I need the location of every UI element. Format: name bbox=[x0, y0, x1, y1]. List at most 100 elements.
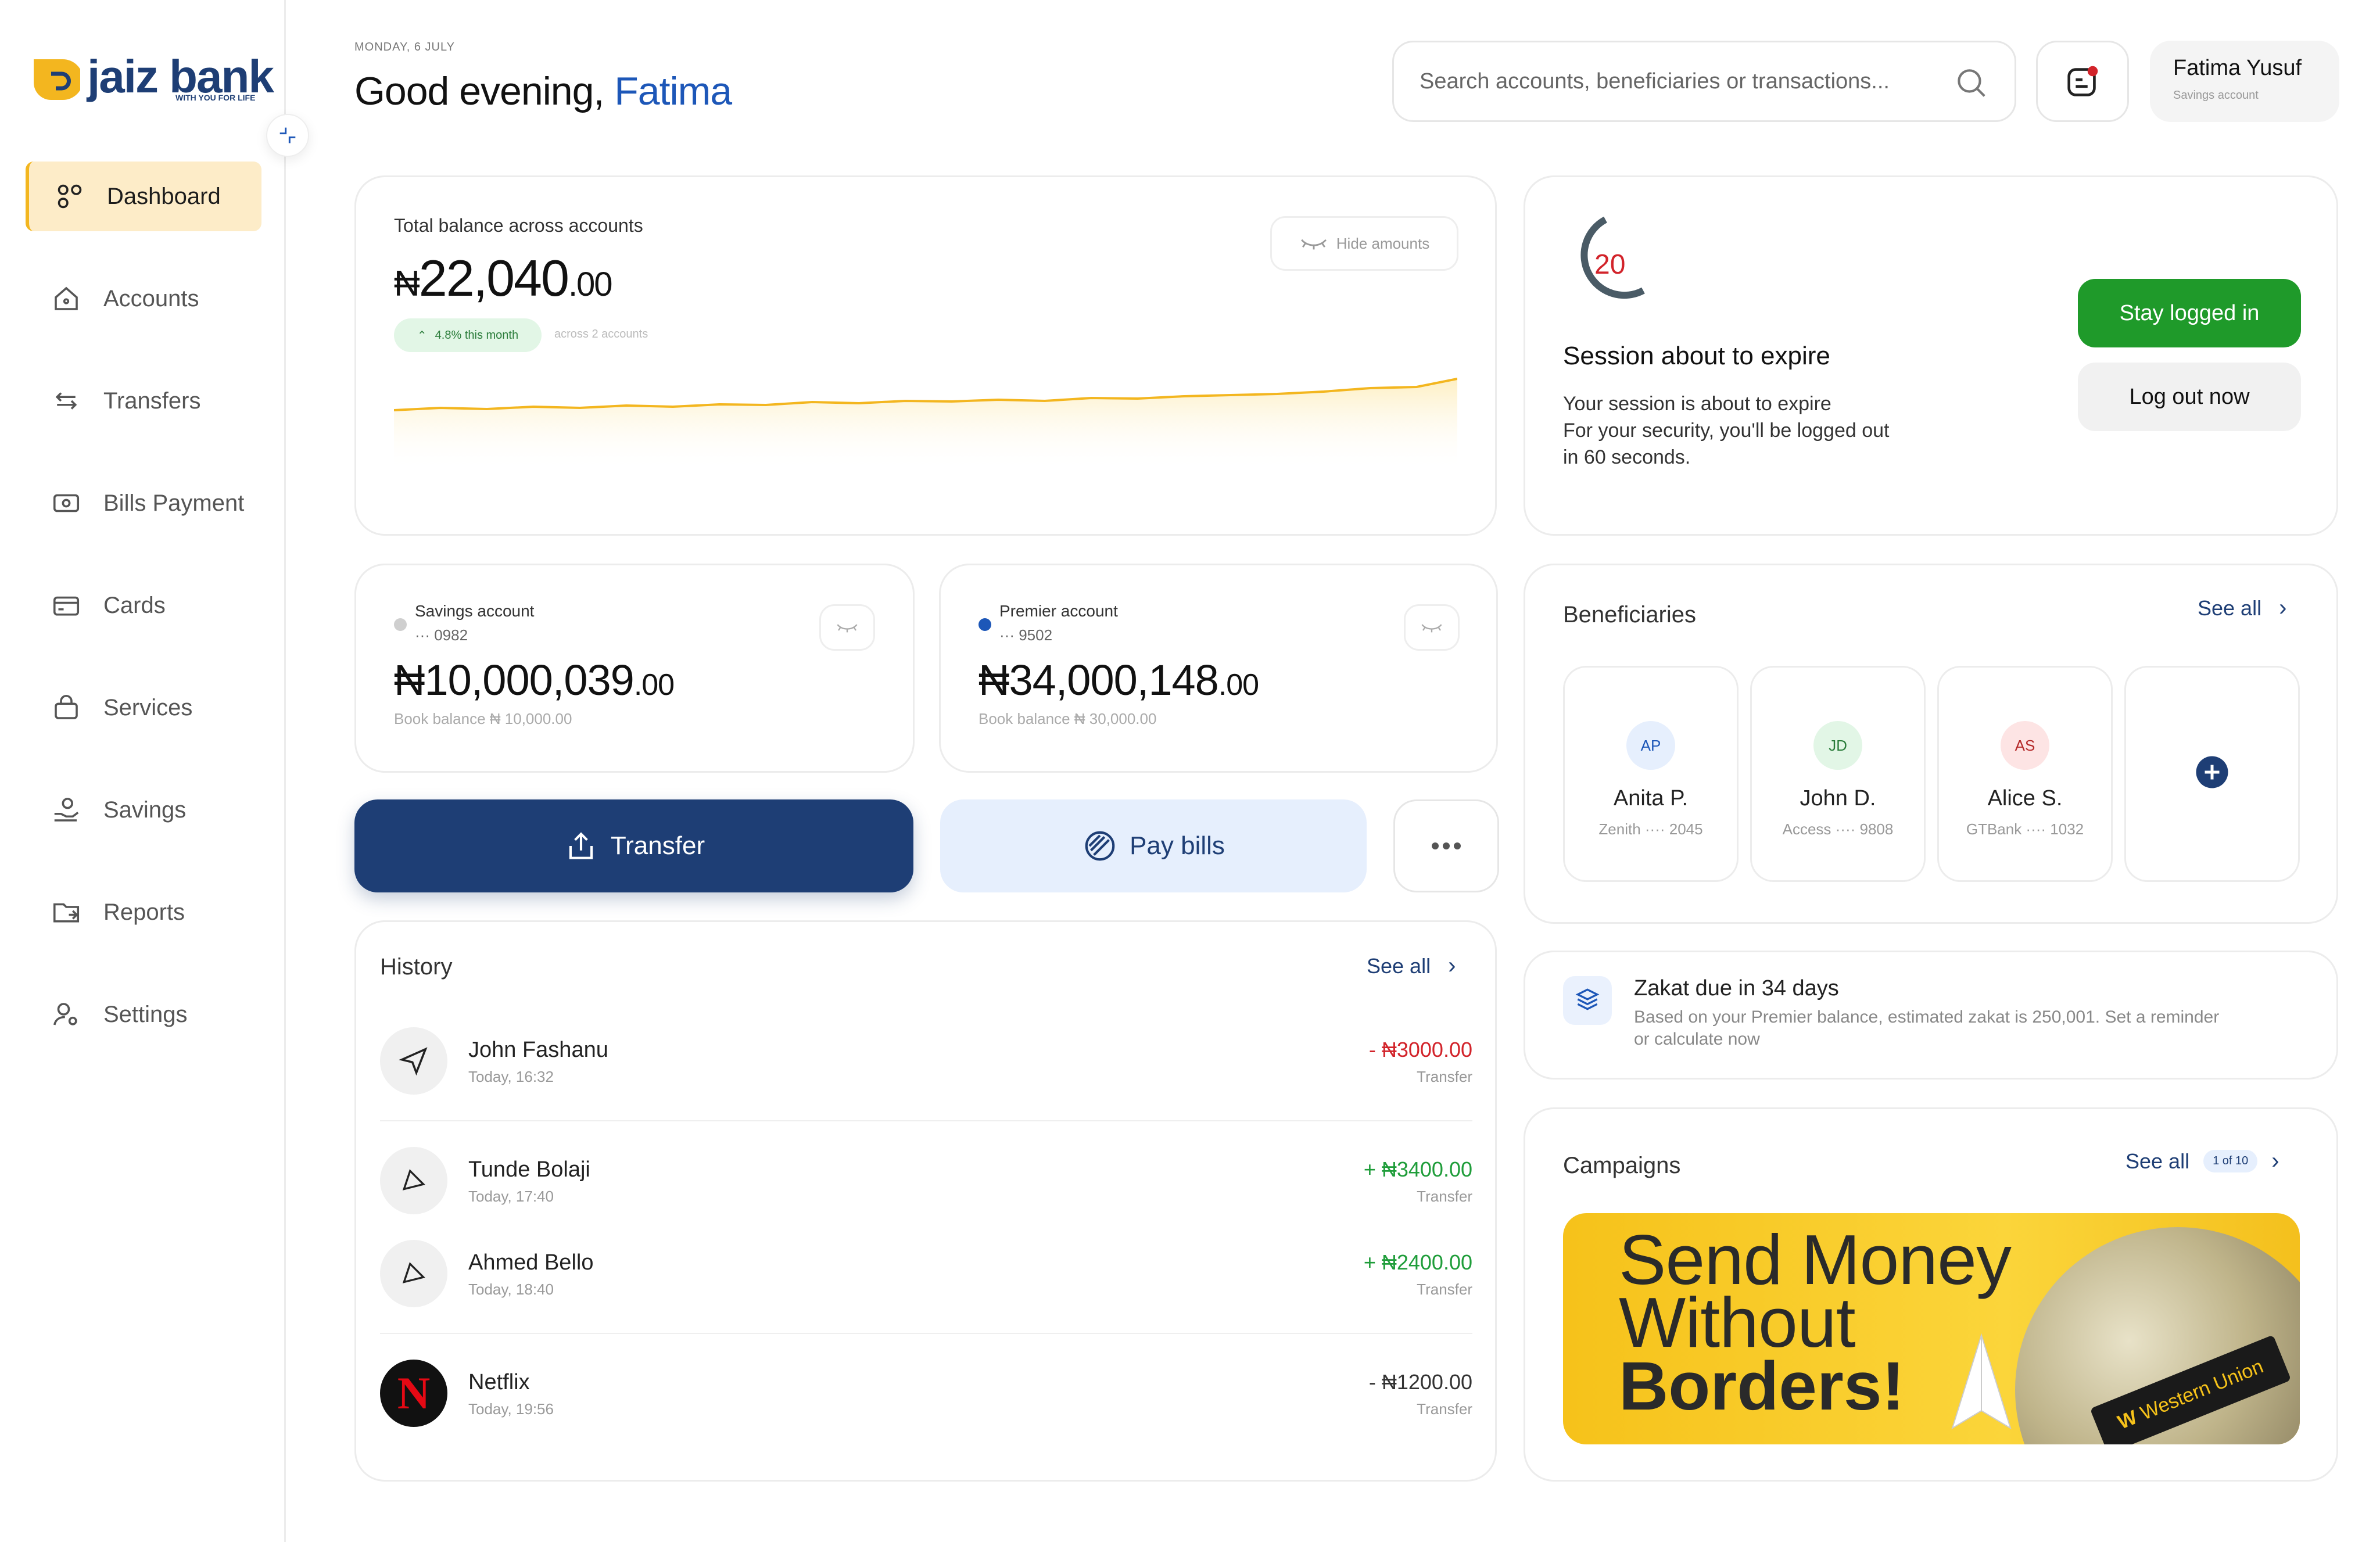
log-out-now-button[interactable]: Log out now bbox=[2078, 363, 2301, 431]
account-number: ··· 9502 bbox=[999, 626, 1053, 644]
transaction-row[interactable]: Ahmed Bello Today, 18:40 + ₦2400.00 Tran… bbox=[380, 1240, 1472, 1310]
beneficiaries-title: Beneficiaries bbox=[1563, 602, 1697, 627]
sidebar-item-transfers[interactable]: Transfers bbox=[26, 366, 261, 436]
page-title: Good evening, Fatima bbox=[354, 69, 732, 114]
campaign-pager: 1 of 10 bbox=[2203, 1150, 2258, 1172]
home-icon bbox=[50, 282, 83, 315]
account-status-dot bbox=[978, 618, 991, 631]
history-see-all-link[interactable]: See all › bbox=[1367, 953, 1456, 979]
chevron-right-icon: › bbox=[2271, 1148, 2279, 1174]
session-message-3: in 60 seconds. bbox=[1563, 446, 1691, 468]
beneficiary-card[interactable]: JD John D. Access ···· 9808 bbox=[1750, 666, 1926, 882]
account-status-dot bbox=[394, 618, 407, 631]
beneficiary-card[interactable]: AS Alice S. GTBank ···· 1032 bbox=[1937, 666, 2113, 882]
sidebar-item-label: Services bbox=[103, 694, 193, 720]
avatar: AS bbox=[2001, 721, 2049, 770]
sidebar-item-label: Cards bbox=[103, 592, 166, 618]
session-message-2: For your security, you'll be logged out bbox=[1563, 419, 1890, 442]
sidebar-item-cards[interactable]: Cards bbox=[26, 571, 261, 640]
sidebar-item-label: Transfers bbox=[103, 388, 201, 414]
row-divider bbox=[380, 1333, 1472, 1334]
sidebar-item-label: Bills Payment bbox=[103, 490, 245, 516]
send-icon bbox=[380, 1027, 447, 1095]
sidebar-item-label: Reports bbox=[103, 899, 185, 925]
chevron-right-icon: › bbox=[1448, 953, 1456, 978]
receive-icon bbox=[380, 1240, 447, 1307]
sidebar-item-label: Accounts bbox=[103, 285, 199, 311]
session-message-1: Your session is about to expire bbox=[1563, 393, 1831, 415]
zakat-description-1: Based on your Premier balance, estimated… bbox=[1634, 1007, 2220, 1027]
session-title: Session about to expire bbox=[1563, 342, 1830, 370]
eye-closed-icon bbox=[837, 624, 858, 633]
balance-trend-chart bbox=[394, 378, 1457, 471]
add-beneficiary-button[interactable] bbox=[2124, 666, 2300, 882]
transfer-button[interactable]: Transfer bbox=[354, 799, 913, 892]
card-icon bbox=[50, 589, 83, 622]
sidebar-item-services[interactable]: Services bbox=[26, 673, 261, 743]
row-divider bbox=[380, 1120, 1472, 1121]
transfer-arrows-icon bbox=[50, 385, 83, 417]
eye-closed-icon bbox=[1421, 624, 1442, 633]
hide-amounts-button[interactable]: Hide amounts bbox=[1270, 216, 1458, 271]
user-first-name: Fatima bbox=[614, 69, 732, 113]
paper-plane-icon bbox=[1951, 1333, 2012, 1430]
receive-icon bbox=[380, 1147, 447, 1214]
bill-icon bbox=[50, 487, 83, 519]
sidebar-item-reports[interactable]: Reports bbox=[26, 877, 261, 947]
history-title: History bbox=[380, 954, 453, 980]
balance-note: across 2 accounts bbox=[554, 328, 648, 340]
search-icon[interactable] bbox=[1953, 64, 1989, 101]
notification-icon bbox=[2067, 66, 2098, 96]
upload-icon bbox=[569, 832, 593, 859]
user-settings-icon bbox=[50, 998, 83, 1031]
campaign-banner[interactable]: Send Money Without Borders! W Western Unio… bbox=[1563, 1213, 2300, 1444]
account-balance: ₦34,000,148.00 bbox=[978, 656, 1259, 704]
account-balance: ₦10,000,039.00 bbox=[394, 656, 675, 704]
book-balance: Book balance ₦ 30,000.00 bbox=[978, 710, 1157, 727]
collapse-icon bbox=[279, 127, 296, 144]
sidebar: jaiz bank WITH YOU FOR LIFE Dashboard Ac… bbox=[0, 0, 286, 1542]
avatar: JD bbox=[1813, 721, 1862, 770]
beneficiaries-see-all-link[interactable]: See all › bbox=[2198, 595, 2286, 621]
balance-label: Total balance across accounts bbox=[394, 215, 643, 236]
hide-premier-balance-button[interactable] bbox=[1404, 604, 1460, 651]
chevron-right-icon: › bbox=[2279, 595, 2287, 621]
transaction-row[interactable]: John Fashanu Today, 16:32 - ₦3000.00 Tra… bbox=[380, 1027, 1472, 1097]
session-countdown: 20 bbox=[1594, 249, 1626, 280]
sidebar-item-label: Dashboard bbox=[107, 183, 221, 209]
sidebar-item-bills-payment[interactable]: Bills Payment bbox=[26, 468, 261, 538]
sidebar-item-savings[interactable]: Savings bbox=[26, 775, 261, 845]
jaiz-logo-icon bbox=[34, 59, 80, 100]
balance-change-badge: ⌃ 4.8% this month bbox=[394, 318, 542, 352]
transaction-row[interactable]: Tunde Bolaji Today, 17:40 + ₦3400.00 Tra… bbox=[380, 1147, 1472, 1217]
sidebar-item-settings[interactable]: Settings bbox=[26, 980, 261, 1049]
coins-icon bbox=[1563, 976, 1612, 1025]
search-placeholder: Search accounts, beneficiaries or transa… bbox=[1420, 69, 1890, 94]
transaction-row[interactable]: N Netflix Today, 19:56 - ₦1200.00 Transf… bbox=[380, 1360, 1472, 1429]
sidebar-item-dashboard[interactable]: Dashboard bbox=[26, 162, 261, 231]
user-profile-button[interactable]: Fatima Yusuf Savings account bbox=[2150, 41, 2339, 122]
banner-headline-bold: Borders! bbox=[1619, 1348, 1905, 1425]
plus-icon bbox=[2196, 756, 2228, 788]
campaigns-see-all-link[interactable]: See all 1 of 10 › bbox=[2125, 1148, 2279, 1174]
stay-logged-in-button[interactable]: Stay logged in bbox=[2078, 279, 2301, 347]
notifications-button[interactable] bbox=[2036, 41, 2129, 122]
folder-icon bbox=[50, 896, 83, 928]
user-account-type: Savings account bbox=[2173, 89, 2259, 102]
avatar: AP bbox=[1626, 721, 1675, 770]
eye-closed-icon bbox=[1300, 239, 1327, 250]
account-name: Premier account bbox=[999, 602, 1118, 620]
sidebar-item-label: Settings bbox=[103, 1001, 188, 1027]
netflix-logo-icon: N bbox=[380, 1360, 447, 1427]
pay-bills-button[interactable]: Pay bills bbox=[940, 799, 1367, 892]
collapse-sidebar-button[interactable] bbox=[266, 114, 309, 157]
dashboard-icon bbox=[53, 180, 86, 213]
more-actions-button[interactable] bbox=[1393, 799, 1499, 892]
current-date: MONDAY, 6 JULY bbox=[354, 41, 455, 53]
search-input[interactable]: Search accounts, beneficiaries or transa… bbox=[1392, 41, 2016, 122]
brand-tagline: WITH YOU FOR LIFE bbox=[175, 93, 256, 102]
zakat-title: Zakat due in 34 days bbox=[1634, 976, 1839, 1000]
sidebar-item-accounts[interactable]: Accounts bbox=[26, 264, 261, 333]
beneficiary-card[interactable]: AP Anita P. Zenith ···· 2045 bbox=[1563, 666, 1739, 882]
hide-savings-balance-button[interactable] bbox=[819, 604, 875, 651]
